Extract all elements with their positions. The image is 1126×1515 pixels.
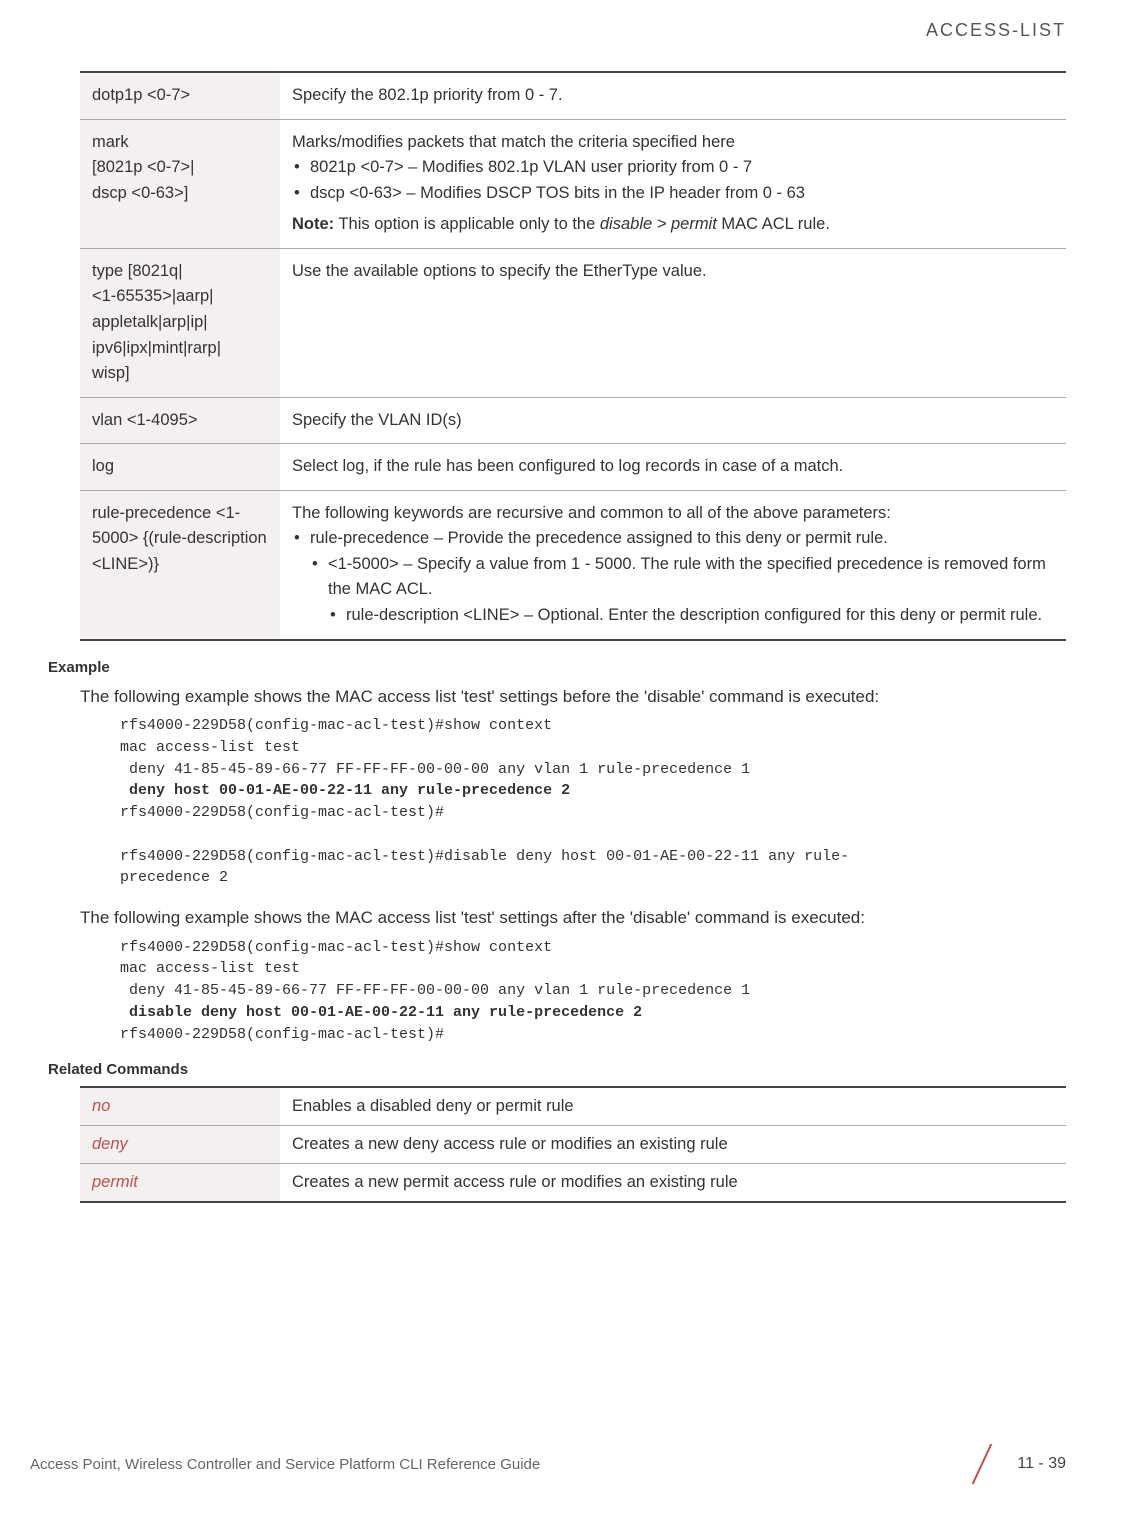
page-footer: Access Point, Wireless Controller and Se…: [0, 1443, 1126, 1485]
code-line: precedence 2: [120, 869, 228, 886]
param-name: rule-precedence <1-5000> {(rule-descript…: [80, 490, 280, 639]
param-name: log: [80, 444, 280, 491]
related-cmd: deny: [80, 1126, 280, 1164]
note-label: Note:: [292, 215, 334, 233]
code-line: rfs4000-229D58(config-mac-acl-test)#: [120, 1026, 444, 1043]
related-cmd: no: [80, 1087, 280, 1126]
bullets-list: rule-precedence – Provide the precedence…: [292, 526, 1054, 552]
related-desc: Creates a new permit access rule or modi…: [280, 1164, 1066, 1203]
code-line: mac access-list test: [120, 739, 300, 756]
note-line: Note: This option is applicable only to …: [292, 212, 1054, 238]
table-row: deny Creates a new deny access rule or m…: [80, 1126, 1066, 1164]
param-name: type [8021q| <1-65535>|aarp| appletalk|a…: [80, 248, 280, 397]
main-content: dotp1p <0-7> Specify the 802.1p priority…: [0, 51, 1126, 1203]
code-block: rfs4000-229D58(config-mac-acl-test)#show…: [120, 715, 1066, 889]
related-desc: Enables a disabled deny or permit rule: [280, 1087, 1066, 1126]
note-post: MAC ACL rule.: [717, 215, 830, 233]
table-row: no Enables a disabled deny or permit rul…: [80, 1087, 1066, 1126]
code-line: deny 41-85-45-89-66-77 FF-FF-FF-00-00-00…: [120, 761, 750, 778]
bullets-list-inner: <1-5000> – Specify a value from 1 - 5000…: [292, 552, 1054, 603]
param-desc: The following keywords are recursive and…: [280, 490, 1066, 639]
related-heading: Related Commands: [48, 1061, 1066, 1078]
desc-lead: The following keywords are recursive and…: [292, 501, 1054, 527]
bullet-item: 8021p <0-7> – Modifies 802.1p VLAN user …: [292, 155, 1054, 181]
table-row: dotp1p <0-7> Specify the 802.1p priority…: [80, 72, 1066, 119]
bullet-item: rule-description <LINE> – Optional. Ente…: [328, 603, 1054, 629]
code-line-bold: disable deny host 00-01-AE-00-22-11 any …: [120, 1004, 642, 1021]
desc-lead: Marks/modifies packets that match the cr…: [292, 130, 1054, 156]
param-desc: Select log, if the rule has been configu…: [280, 444, 1066, 491]
table-row: type [8021q| <1-65535>|aarp| appletalk|a…: [80, 248, 1066, 397]
bullet-item: <1-5000> – Specify a value from 1 - 5000…: [310, 552, 1054, 603]
code-line: rfs4000-229D58(config-mac-acl-test)#: [120, 804, 444, 821]
table-row: vlan <1-4095> Specify the VLAN ID(s): [80, 397, 1066, 444]
param-name: vlan <1-4095>: [80, 397, 280, 444]
table-row: rule-precedence <1-5000> {(rule-descript…: [80, 490, 1066, 639]
example-intro: The following example shows the MAC acce…: [80, 684, 1066, 710]
bullet-item: rule-precedence – Provide the precedence…: [292, 526, 1054, 552]
note-pre: This option is applicable only to the: [334, 215, 600, 233]
table-row: mark [8021p <0-7>| dscp <0-63>] Marks/mo…: [80, 119, 1066, 248]
bullets-list: 8021p <0-7> – Modifies 802.1p VLAN user …: [292, 155, 1054, 206]
page-number: 11 - 39: [1017, 1455, 1066, 1473]
header-title: ACCESS-LIST: [926, 20, 1066, 40]
code-line: deny 41-85-45-89-66-77 FF-FF-FF-00-00-00…: [120, 982, 750, 999]
bullets-list-inner2: rule-description <LINE> – Optional. Ente…: [292, 603, 1054, 629]
footer-right: 11 - 39: [961, 1443, 1066, 1485]
code-line: rfs4000-229D58(config-mac-acl-test)#disa…: [120, 848, 849, 865]
related-cmd: permit: [80, 1164, 280, 1203]
param-name: dotp1p <0-7>: [80, 72, 280, 119]
bullet-item: dscp <0-63> – Modifies DSCP TOS bits in …: [292, 181, 1054, 207]
table-row: log Select log, if the rule has been con…: [80, 444, 1066, 491]
example-heading: Example: [48, 659, 1066, 676]
param-name: mark [8021p <0-7>| dscp <0-63>]: [80, 119, 280, 248]
param-desc: Specify the VLAN ID(s): [280, 397, 1066, 444]
code-line: rfs4000-229D58(config-mac-acl-test)#show…: [120, 939, 552, 956]
related-commands-table: no Enables a disabled deny or permit rul…: [80, 1086, 1066, 1203]
code-line: rfs4000-229D58(config-mac-acl-test)#show…: [120, 717, 552, 734]
code-block: rfs4000-229D58(config-mac-acl-test)#show…: [120, 937, 1066, 1046]
slash-icon: [961, 1443, 1003, 1485]
example-intro: The following example shows the MAC acce…: [80, 905, 1066, 931]
code-line: mac access-list test: [120, 960, 300, 977]
code-line-bold: deny host 00-01-AE-00-22-11 any rule-pre…: [120, 782, 570, 799]
table-row: permit Creates a new permit access rule …: [80, 1164, 1066, 1203]
parameters-table: dotp1p <0-7> Specify the 802.1p priority…: [80, 71, 1066, 641]
param-desc: Use the available options to specify the…: [280, 248, 1066, 397]
note-italic: disable > permit: [600, 215, 717, 233]
param-desc: Marks/modifies packets that match the cr…: [280, 119, 1066, 248]
param-desc: Specify the 802.1p priority from 0 - 7.: [280, 72, 1066, 119]
related-desc: Creates a new deny access rule or modifi…: [280, 1126, 1066, 1164]
footer-text: Access Point, Wireless Controller and Se…: [30, 1456, 540, 1473]
page-header: ACCESS-LIST: [0, 0, 1126, 51]
